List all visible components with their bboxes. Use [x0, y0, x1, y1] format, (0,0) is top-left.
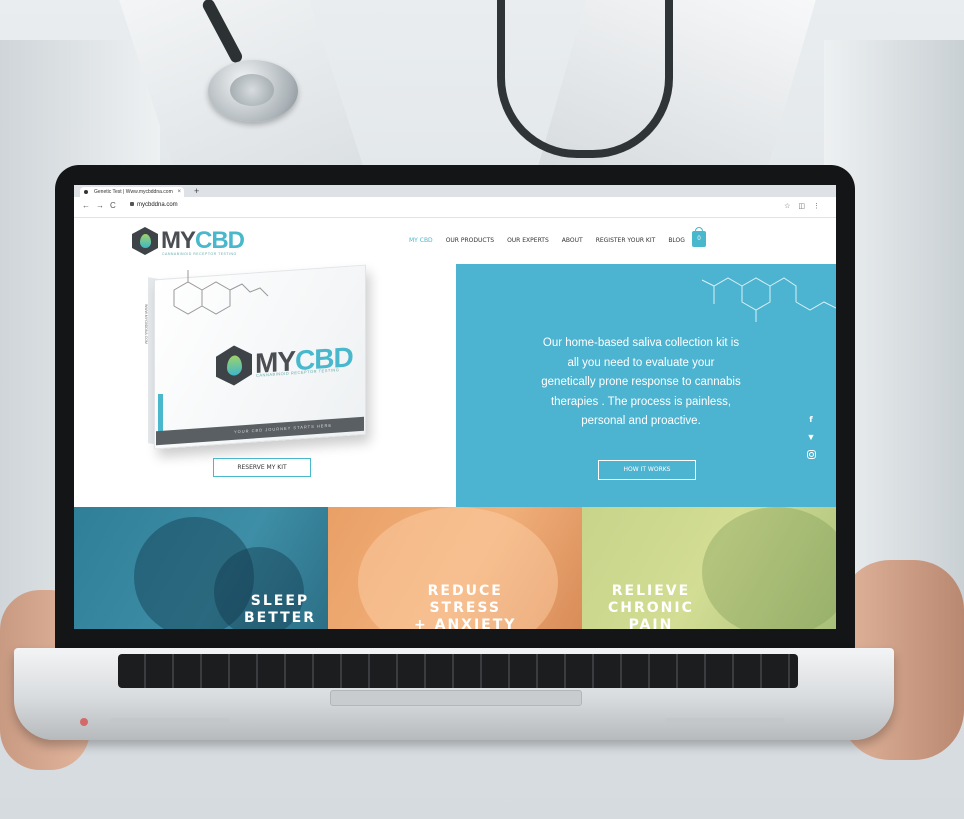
- logo-subtitle: CANNABINOID RECEPTOR TESTING: [162, 252, 237, 256]
- hero-info-panel: Our home-based saliva collection kit is …: [456, 264, 836, 507]
- reserve-my-kit-button[interactable]: RESERVE MY KIT: [213, 458, 311, 477]
- logo-wordmark: MYCBD: [161, 227, 245, 254]
- favicon-icon: [84, 190, 88, 194]
- tile-stress-label: REDUCE STRESS + ANXIETY: [414, 583, 516, 629]
- laptop-trackpad: [330, 690, 582, 706]
- nav-item-about[interactable]: ABOUT: [562, 237, 583, 244]
- twitter-icon[interactable]: ▼: [806, 432, 816, 442]
- tab-title: Genetic Test | Www.mycbddna.com: [94, 189, 173, 195]
- tile-label-line: BETTER: [244, 610, 316, 626]
- new-tab-icon[interactable]: +: [194, 185, 199, 197]
- browser-tab-bar: Genetic Test | Www.mycbddna.com × +: [74, 185, 836, 197]
- instagram-icon[interactable]: [806, 450, 816, 459]
- tile-photo-neck: [702, 507, 836, 629]
- tile-label-line: SLEEP: [250, 593, 310, 609]
- molecule-line-art-icon: [701, 277, 836, 322]
- tile-label-line: CHRONIC: [608, 600, 694, 616]
- laptop-keyboard: [118, 654, 798, 688]
- social-links: f ▼: [806, 414, 816, 459]
- site-header: MYCBD CANNABINOID RECEPTOR TESTING MY CB…: [74, 218, 836, 264]
- facebook-icon[interactable]: f: [806, 414, 816, 424]
- tile-reduce-stress[interactable]: REDUCE STRESS + ANXIETY: [328, 507, 582, 629]
- stethoscope-loop: [497, 0, 673, 158]
- lock-icon: [130, 202, 134, 206]
- molecule-illustration-icon: [173, 270, 269, 315]
- laptop-vent-right: [665, 718, 785, 724]
- power-led-icon: [80, 718, 88, 726]
- nav-item-blog[interactable]: BLOG: [668, 237, 685, 244]
- nav-item-our-experts[interactable]: OUR EXPERTS: [507, 237, 549, 244]
- kit-box-stripe: [158, 394, 163, 436]
- address-bar: ←→C mycbddna.com ☆◫⋮: [74, 197, 836, 218]
- nav-item-register-your-kit[interactable]: REGISTER YOUR KIT: [596, 237, 656, 244]
- kit-logo-hexagon-icon: [216, 344, 252, 387]
- main-nav: MY CBD OUR PRODUCTS OUR EXPERTS ABOUT RE…: [409, 237, 685, 244]
- kit-logo-drop-icon: [227, 355, 242, 376]
- logo-drop-icon: [139, 234, 151, 248]
- url-field[interactable]: mycbddna.com: [130, 202, 178, 208]
- tile-sleep-label: SLEEP BETTER: [244, 593, 316, 627]
- tile-relieve-pain[interactable]: RELIEVE CHRONIC PAIN: [582, 507, 836, 629]
- cart-icon[interactable]: 0: [692, 227, 706, 247]
- hero-description: Our home-based saliva collection kit is …: [541, 337, 741, 427]
- tab-close-icon[interactable]: ×: [177, 187, 181, 197]
- hero-product-panel: WWW.MYCBDDNA.COM MYCBD CANNABINOID RECEP…: [74, 264, 456, 507]
- tile-label-line: STRESS: [429, 600, 501, 616]
- tile-label-line: + ANXIETY: [414, 617, 517, 629]
- browser-tab[interactable]: Genetic Test | Www.mycbddna.com ×: [80, 187, 184, 197]
- logo-cbd: CBD: [195, 227, 245, 254]
- logo-my: MY: [161, 227, 196, 254]
- kit-box-side-text: WWW.MYCBDDNA.COM: [144, 304, 148, 344]
- tile-pain-label: RELIEVE CHRONIC PAIN: [608, 583, 694, 629]
- browser-nav-buttons[interactable]: ←→C: [82, 201, 122, 210]
- browser-toolbar-icons[interactable]: ☆◫⋮: [784, 202, 828, 210]
- tile-label-line: PAIN: [628, 617, 674, 629]
- tile-label-line: REDUCE: [427, 583, 503, 599]
- laptop-vent-left: [110, 718, 230, 724]
- how-it-works-button[interactable]: HOW IT WORKS: [598, 460, 696, 480]
- laptop-screen: Genetic Test | Www.mycbddna.com × + ←→C …: [74, 185, 836, 629]
- tile-label-line: RELIEVE: [611, 583, 691, 599]
- tile-sleep-better[interactable]: SLEEP BETTER: [74, 507, 328, 629]
- site-logo[interactable]: MYCBD CANNABINOID RECEPTOR TESTING: [132, 226, 245, 256]
- url-text: mycbddna.com: [137, 202, 178, 208]
- logo-hexagon-icon: [132, 227, 158, 255]
- nav-item-my-cbd[interactable]: MY CBD: [409, 237, 433, 244]
- stethoscope-chestpiece: [208, 60, 298, 122]
- nav-item-our-products[interactable]: OUR PRODUCTS: [446, 237, 494, 244]
